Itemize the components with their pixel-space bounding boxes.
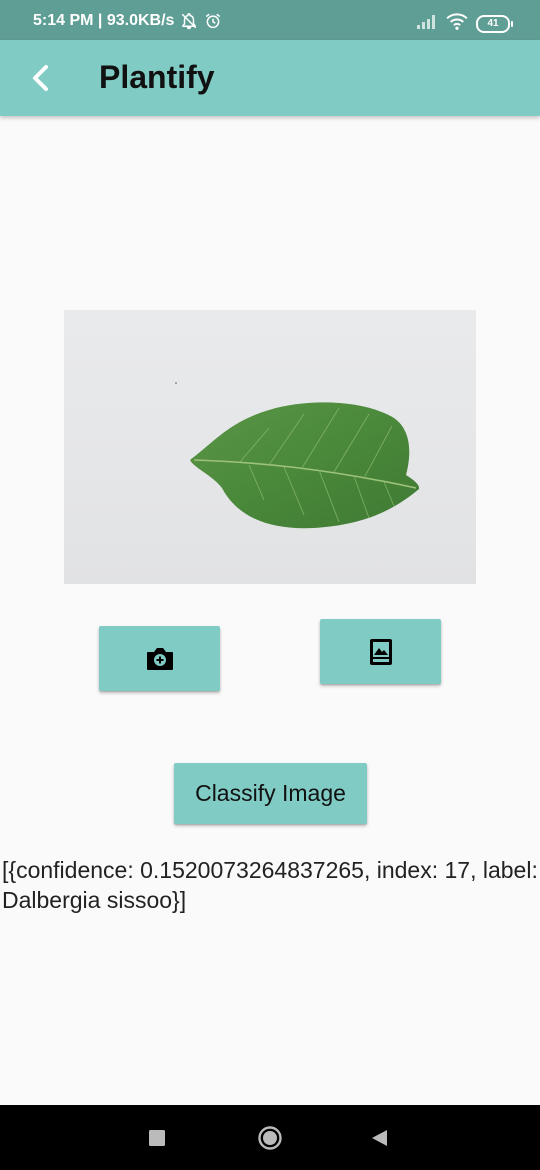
app-bar: Plantify: [0, 40, 540, 116]
home-button[interactable]: [257, 1125, 283, 1156]
signal-icon: [416, 13, 438, 34]
status-time-speed: 5:14 PM | 93.0KB/s: [33, 12, 175, 29]
status-bar: 5:14 PM | 93.0KB/s 41: [0, 0, 540, 40]
leaf-image: [175, 382, 420, 529]
battery-icon: 41: [476, 14, 513, 33]
classify-button[interactable]: Classify Image: [174, 763, 367, 824]
leaf-photo: [64, 310, 476, 584]
status-left: 5:14 PM | 93.0KB/s: [33, 12, 222, 30]
recents-button[interactable]: [149, 1130, 165, 1151]
back-arrow-icon: [33, 65, 48, 91]
back-button[interactable]: [26, 62, 58, 94]
back-triangle-icon: [372, 1130, 387, 1146]
home-circle-icon: [258, 1126, 282, 1150]
battery-level: 41: [487, 18, 499, 29]
status-right: 41: [416, 12, 513, 35]
gallery-button[interactable]: [320, 619, 441, 684]
back-nav-button[interactable]: [370, 1129, 388, 1152]
classification-result: [{confidence: 0.1520073264837265, index:…: [2, 857, 538, 913]
app-title: Plantify: [99, 59, 215, 95]
navigation-bar: [0, 1105, 540, 1170]
camera-button[interactable]: [99, 626, 220, 691]
photo-album-icon: [369, 638, 392, 665]
alarm-off-icon: [180, 12, 198, 30]
alarm-icon: [204, 12, 222, 30]
recents-square-icon: [149, 1130, 165, 1146]
wifi-icon: [446, 12, 468, 35]
add-a-photo-icon: [146, 647, 173, 670]
